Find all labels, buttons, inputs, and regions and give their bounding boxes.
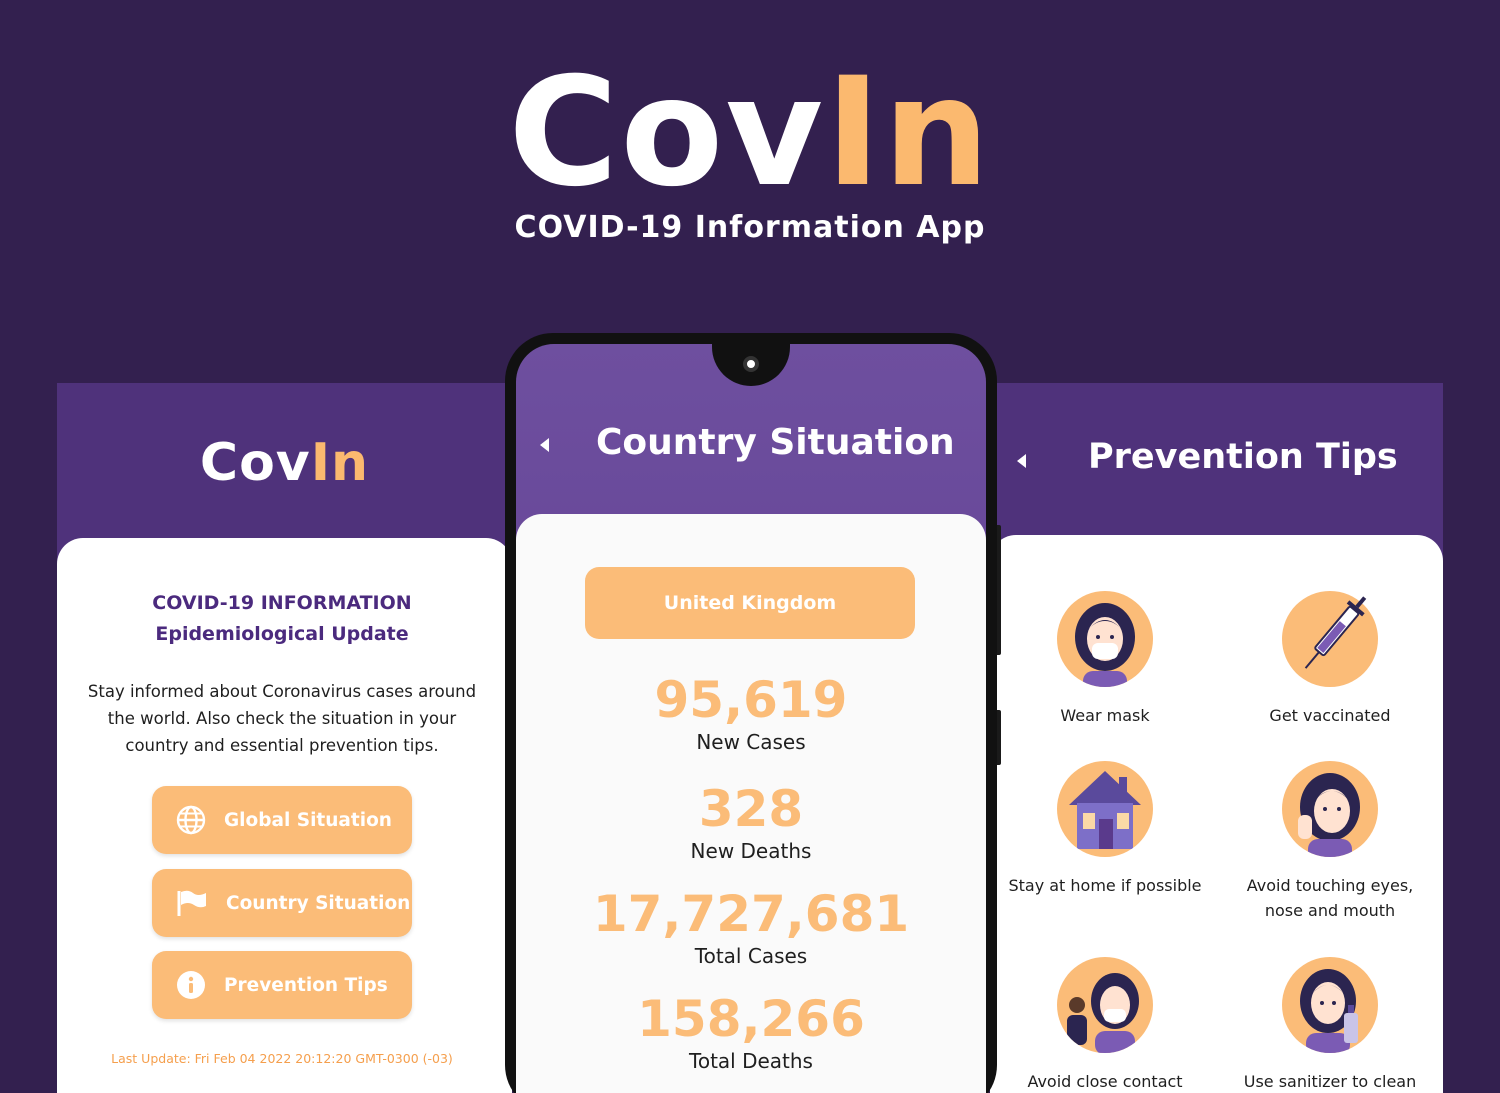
tip-label: Get vaccinated bbox=[1269, 706, 1391, 725]
prevention-tips-button[interactable]: Prevention Tips bbox=[152, 951, 412, 1019]
prevention-tips-screen: Prevention Tips Wear mask Get vaccinated… bbox=[990, 383, 1443, 1093]
last-update-text: Last Update: Fri Feb 04 2022 20:12:20 GM… bbox=[111, 1051, 453, 1066]
home-screen: CovIn COVID-19 INFORMATION Epidemiologic… bbox=[57, 383, 512, 1093]
tips-card: Wear mask Get vaccinated Stay at home if… bbox=[990, 535, 1443, 1093]
home-card: COVID-19 INFORMATION Epidemiological Upd… bbox=[57, 538, 512, 1093]
stat-label: New Cases bbox=[696, 730, 806, 754]
app-logo: CovIn bbox=[57, 433, 512, 493]
globe-icon bbox=[176, 805, 206, 835]
tip-item: Wear mask bbox=[1005, 591, 1205, 728]
tip-label: Use sanitizer to clean bbox=[1243, 1072, 1417, 1091]
mask-woman-icon bbox=[1057, 591, 1153, 687]
tip-item: Avoid touching eyes, nose and mouth bbox=[1230, 761, 1430, 923]
app-logo-part2: In bbox=[310, 433, 370, 493]
stat-label: New Deaths bbox=[690, 839, 812, 863]
back-arrow-icon[interactable] bbox=[540, 438, 549, 452]
syringe-icon bbox=[1282, 591, 1378, 687]
tip-item: Stay at home if possible bbox=[1005, 761, 1205, 898]
phone-frame: Country Situation United Kingdom 95,619 … bbox=[505, 333, 997, 1093]
tip-label: Avoid touching eyes, nose and mouth bbox=[1246, 876, 1414, 920]
stat-total-deaths: 158,266 Total Deaths bbox=[516, 990, 986, 1074]
info-title-line2: Epidemiological Update bbox=[155, 623, 409, 645]
stat-new-cases: 95,619 New Cases bbox=[516, 671, 986, 755]
tips-title: Prevention Tips bbox=[1088, 437, 1398, 477]
global-situation-button[interactable]: Global Situation bbox=[152, 786, 412, 854]
back-arrow-icon[interactable] bbox=[1017, 454, 1026, 468]
tip-item: Avoid close contact bbox=[1005, 957, 1205, 1093]
info-description: Stay informed about Coronavirus cases ar… bbox=[87, 682, 477, 755]
country-select-button[interactable]: United Kingdom bbox=[585, 567, 915, 639]
hero-subtitle: COVID-19 Information App bbox=[514, 210, 986, 245]
country-title: Country Situation bbox=[596, 422, 955, 463]
country-situation-label: Country Situation bbox=[226, 892, 411, 914]
stat-value: 95,619 bbox=[654, 671, 848, 729]
tip-label: Wear mask bbox=[1060, 706, 1150, 725]
stat-value: 17,727,681 bbox=[592, 885, 910, 943]
prevention-tips-label: Prevention Tips bbox=[224, 974, 388, 996]
flag-icon bbox=[177, 890, 206, 916]
stat-value: 158,266 bbox=[637, 990, 865, 1048]
sanitizer-icon bbox=[1282, 957, 1378, 1053]
info-title-line1: COVID-19 INFORMATION bbox=[152, 592, 412, 614]
hero-logo-part1: Cov bbox=[508, 46, 826, 220]
tip-label: Avoid close contact bbox=[1027, 1072, 1183, 1091]
hero-logo-part2: In bbox=[825, 46, 992, 220]
camera-icon bbox=[743, 356, 759, 372]
info-icon bbox=[177, 971, 205, 999]
stat-total-cases: 17,727,681 Total Cases bbox=[516, 885, 986, 969]
global-situation-label: Global Situation bbox=[224, 809, 392, 831]
distancing-icon bbox=[1057, 957, 1153, 1053]
stat-new-deaths: 328 New Deaths bbox=[516, 780, 986, 864]
country-situation-button[interactable]: Country Situation bbox=[152, 869, 412, 937]
tip-item: Get vaccinated bbox=[1230, 591, 1430, 728]
app-logo-part1: Cov bbox=[199, 433, 311, 493]
stat-label: Total Cases bbox=[694, 944, 808, 968]
house-icon bbox=[1057, 761, 1153, 857]
country-situation-screen: Country Situation United Kingdom 95,619 … bbox=[516, 344, 986, 1093]
tip-label: Stay at home if possible bbox=[1008, 876, 1202, 895]
stat-label: Total Deaths bbox=[689, 1049, 813, 1073]
no-touch-face-icon bbox=[1282, 761, 1378, 857]
info-heading: COVID-19 INFORMATION Epidemiological Upd… bbox=[57, 588, 507, 650]
hero-logo: CovIn bbox=[0, 58, 1500, 208]
stat-value: 328 bbox=[698, 780, 804, 838]
country-card: United Kingdom 95,619 New Cases 328 New … bbox=[516, 514, 986, 1093]
tip-item: Use sanitizer to clean bbox=[1230, 957, 1430, 1093]
